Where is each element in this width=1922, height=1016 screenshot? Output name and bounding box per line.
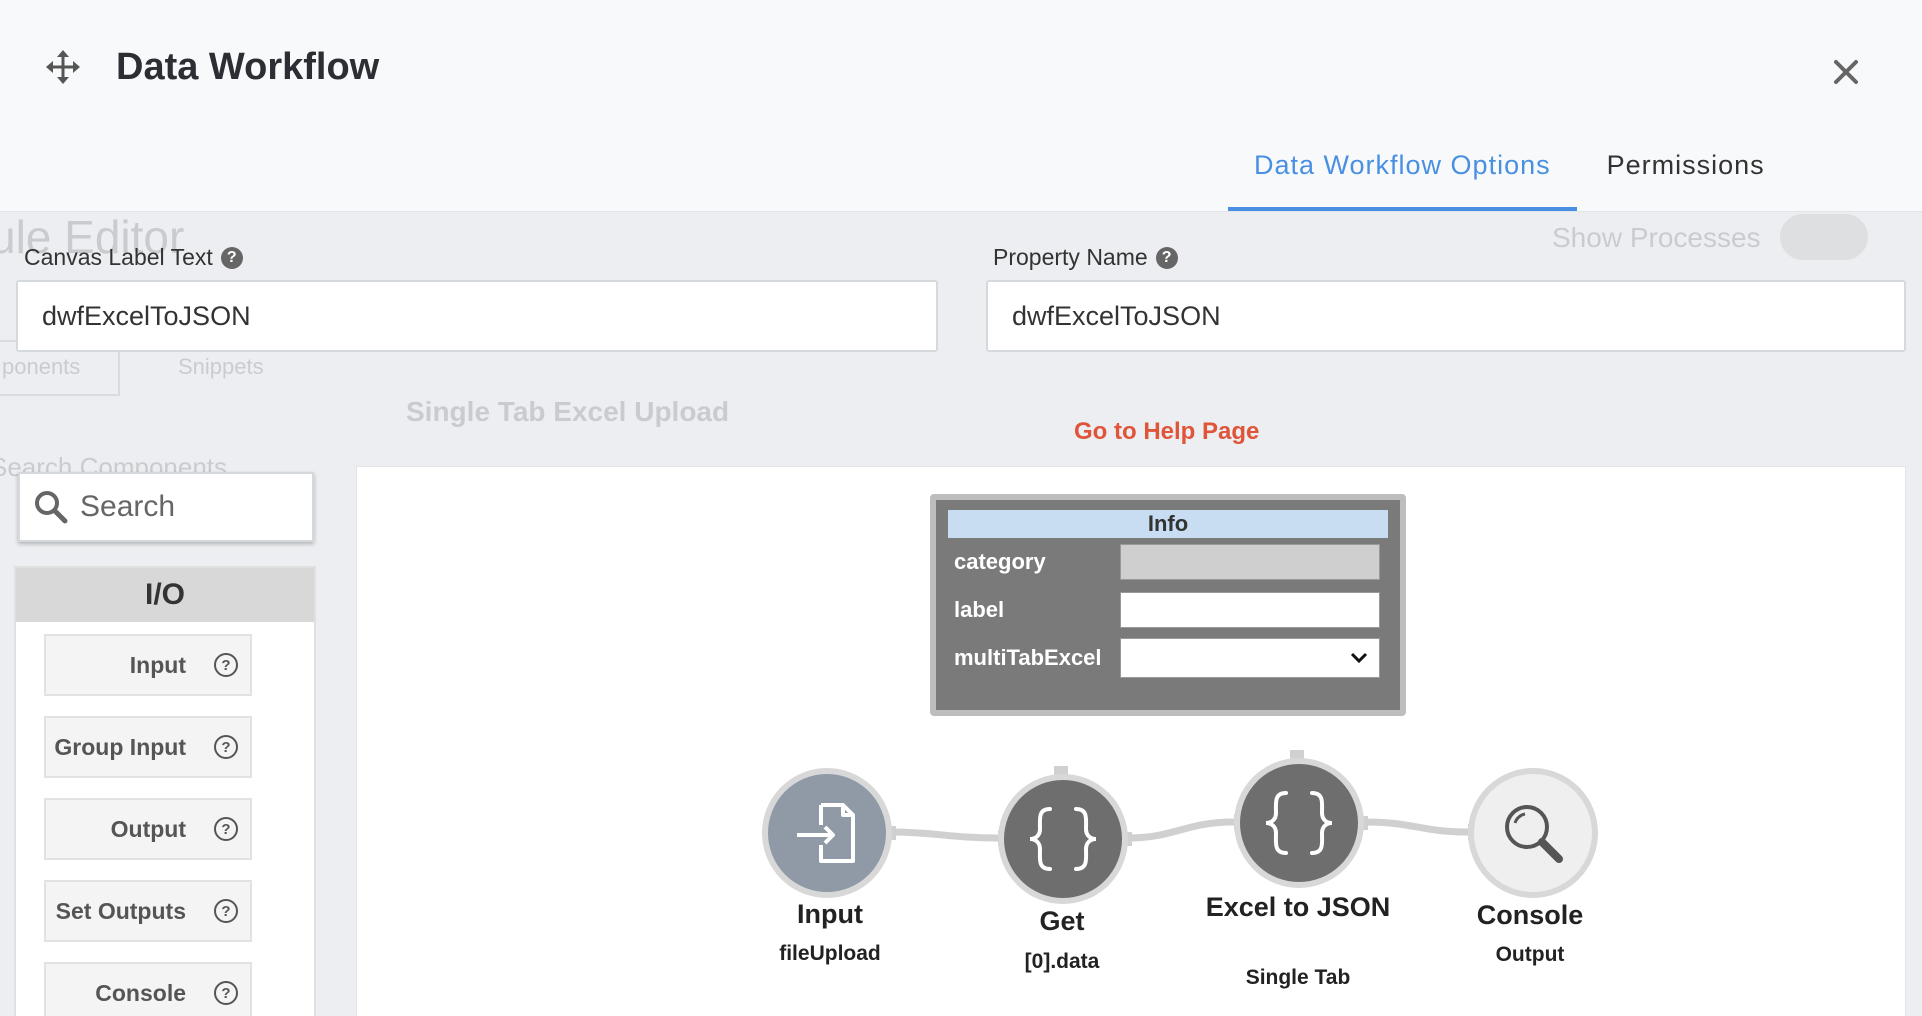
node-title: Input (797, 899, 863, 929)
canvas-label-text-input[interactable] (16, 280, 938, 352)
info-row-label: label (954, 597, 1005, 622)
chevron-down-icon (1350, 652, 1368, 664)
question-icon[interactable]: ? (214, 653, 238, 677)
magnifier-icon (1505, 805, 1563, 863)
info-row-label: category (954, 549, 1046, 574)
question-circle-icon[interactable]: ? (220, 246, 243, 269)
file-import-icon (797, 803, 855, 863)
palette-item-label: Console (95, 979, 186, 1006)
canvas-label-text-label: Canvas Label Text ? (24, 244, 243, 271)
palette-item-label: Set Outputs (55, 897, 186, 924)
info-row-multitabexcel: multiTabExcel (948, 634, 1388, 682)
workflow-node-input[interactable] (762, 768, 892, 898)
palette-item-label: Output (110, 815, 186, 842)
palette-item-input[interactable]: Input ? (44, 634, 252, 696)
palette-item-group-input[interactable]: Group Input ? (44, 716, 252, 778)
curly-braces-icon (1265, 791, 1333, 855)
category-field (1120, 544, 1380, 580)
node-subtitle: Single Tab (1245, 966, 1351, 989)
tab-permissions[interactable]: Permissions (1581, 132, 1791, 211)
question-icon[interactable]: ? (214, 981, 238, 1005)
bg-show-processes-toggle (1780, 214, 1868, 260)
multitabexcel-select[interactable] (1120, 638, 1380, 678)
workflow-node-excel-to-json[interactable] (1234, 758, 1364, 888)
bg-tab-snippets: Snippets (178, 354, 264, 379)
question-icon[interactable]: ? (214, 735, 238, 759)
search-placeholder: Search (80, 490, 176, 523)
bg-page-heading: Single Tab Excel Upload (406, 396, 730, 427)
curly-braces-icon (1029, 807, 1097, 871)
canvas-label-text-caption: Canvas Label Text (24, 244, 213, 270)
io-palette: I/O Input ? Group Input ? Output ? Set O… (14, 566, 316, 1016)
property-name-input[interactable] (986, 280, 1906, 352)
palette-item-label: Group Input (54, 733, 186, 760)
node-subtitle: Output (1495, 943, 1565, 966)
tab-data-workflow-options[interactable]: Data Workflow Options (1228, 132, 1577, 211)
label-field[interactable] (1120, 592, 1380, 628)
workflow-node-console[interactable] (1468, 768, 1598, 898)
node-subtitle: [0].data (1024, 950, 1100, 973)
bg-show-processes-label: Show Processes (1552, 222, 1761, 253)
property-name-caption: Property Name (993, 244, 1148, 270)
info-card-title: Info (948, 510, 1388, 538)
palette-item-set-outputs[interactable]: Set Outputs ? (44, 880, 252, 942)
help-page-link[interactable]: Go to Help Page (1074, 418, 1259, 446)
node-title: Excel to JSON (1205, 892, 1391, 922)
close-icon[interactable] (1826, 52, 1866, 92)
palette-item-console[interactable]: Console ? (44, 962, 252, 1016)
property-name-label: Property Name ? (993, 244, 1178, 271)
palette-item-label: Input (129, 651, 186, 678)
info-row-label: multiTabExcel (954, 645, 1102, 670)
info-row-label-field: label (948, 586, 1388, 634)
palette-section-title: I/O (16, 568, 314, 622)
info-row-category: category (948, 538, 1388, 586)
search-icon (35, 491, 68, 524)
question-icon[interactable]: ? (214, 899, 238, 923)
workflow-node-get[interactable] (998, 774, 1128, 904)
info-node-card[interactable]: Info category label multiTabExcel (930, 494, 1406, 716)
move-icon[interactable] (46, 50, 80, 84)
node-title: Get (1039, 906, 1085, 936)
modal-title: Data Workflow (116, 46, 380, 88)
modal-header: Data Workflow Data Workflow Options Perm… (0, 0, 1922, 212)
component-search-input[interactable]: Search (18, 472, 314, 542)
node-title: Console (1476, 900, 1584, 930)
node-subtitle: fileUpload (779, 942, 881, 965)
palette-item-output[interactable]: Output ? (44, 798, 252, 860)
question-icon[interactable]: ? (214, 817, 238, 841)
question-circle-icon[interactable]: ? (1155, 246, 1178, 269)
modal-tabs: Data Workflow Options Permissions (1228, 132, 1791, 211)
